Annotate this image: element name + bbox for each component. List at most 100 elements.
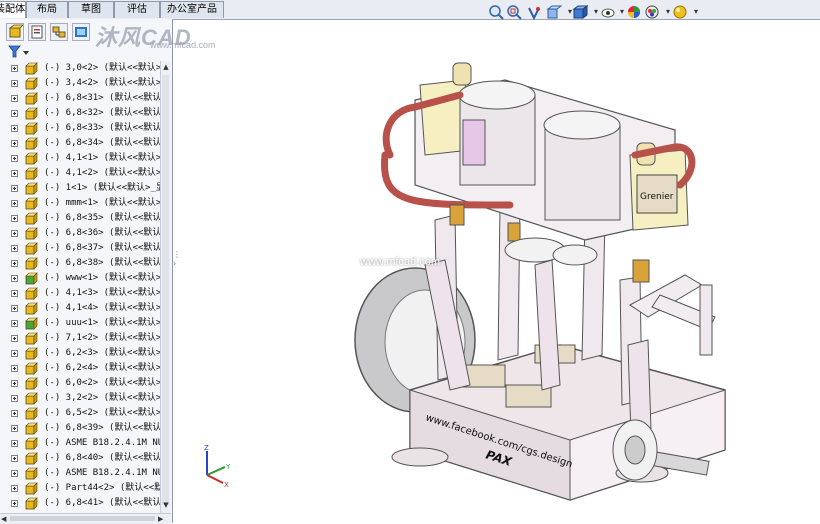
scroll-right-arrow[interactable]: ▶ — [158, 515, 163, 523]
expand-icon[interactable] — [11, 380, 18, 387]
tree-item[interactable]: (-) 3,2<2> (默认<<默认> — [0, 391, 160, 406]
expand-icon[interactable] — [11, 155, 18, 162]
tab-office-products[interactable]: 办公室产品 — [160, 1, 224, 18]
expand-icon[interactable] — [11, 95, 18, 102]
center-watermark: www.mfcad.com — [360, 256, 441, 268]
tree-horizontal-scrollbar[interactable]: ◀ ▶ — [0, 513, 171, 524]
tree-item[interactable]: (-) 6,8<41> (默认<<默认 — [0, 496, 160, 511]
crank-hub — [624, 435, 646, 465]
expand-icon[interactable] — [11, 275, 18, 282]
tab-layout[interactable]: 布局 — [26, 1, 68, 18]
tab-sketch[interactable]: 草图 — [68, 1, 114, 18]
expand-icon[interactable] — [11, 440, 18, 447]
expand-icon[interactable] — [11, 485, 18, 492]
expand-icon[interactable] — [11, 110, 18, 117]
apply-scene-button[interactable] — [644, 4, 660, 20]
expand-icon[interactable] — [11, 170, 18, 177]
tree-item[interactable]: (-) uuu<1> (默认<<默认> — [0, 316, 160, 331]
property-manager-tab-button[interactable] — [28, 23, 46, 41]
expand-icon[interactable] — [11, 215, 18, 222]
tree-item[interactable]: (-) ASME B18.2.4.1M NUT — [0, 466, 160, 481]
feature-manager-tab-button[interactable] — [6, 23, 24, 41]
tree-vertical-scrollbar[interactable]: ▲ ▼ — [160, 61, 171, 513]
expand-icon[interactable] — [11, 200, 18, 207]
cylinder-left-cover — [458, 80, 536, 110]
previous-view-button[interactable] — [526, 4, 542, 21]
tree-item-label: (-) 7,1<2> (默认<<默认> — [44, 333, 160, 343]
zoom-to-area-button[interactable] — [506, 4, 522, 20]
configuration-manager-tab-button[interactable] — [50, 23, 68, 41]
tree-item[interactable]: (-) 4,1<1> (默认<<默认> — [0, 151, 160, 166]
tree-item[interactable]: (-) 6,8<35> (默认<<默认 — [0, 211, 160, 226]
expand-icon[interactable] — [11, 410, 18, 417]
expand-icon[interactable] — [11, 65, 18, 72]
tree-item[interactable]: (-) Part44<2> (默认<<默 — [0, 481, 160, 496]
expand-icon[interactable] — [11, 365, 18, 372]
tree-item[interactable]: (-) 6,5<2> (默认<<默认> — [0, 406, 160, 421]
scroll-down-arrow[interactable]: ▼ — [162, 501, 170, 509]
tree-item[interactable]: (-) 4,1<2> (默认<<默认> — [0, 166, 160, 181]
tree-item[interactable]: (-) www<1> (默认<<默认> — [0, 271, 160, 286]
expand-icon[interactable] — [11, 320, 18, 327]
expand-icon[interactable] — [11, 260, 18, 267]
edit-appearance-button[interactable] — [626, 4, 642, 20]
expand-icon[interactable] — [11, 185, 18, 192]
expand-icon[interactable] — [11, 350, 18, 357]
scroll-up-arrow[interactable]: ▲ — [162, 63, 170, 71]
tree-item[interactable]: (-) 6,8<34> (默认<<默认 — [0, 136, 160, 151]
tree-item[interactable]: (-) 6,8<40> (默认<<默认 — [0, 451, 160, 466]
tab-evaluate[interactable]: 评估 — [114, 1, 160, 18]
tree-item[interactable]: (-) 6,8<37> (默认<<默认 — [0, 241, 160, 256]
tree-item[interactable]: (-) 3,4<2> (默认<<默认> — [0, 76, 160, 91]
part-icon — [25, 482, 38, 495]
expand-icon[interactable] — [11, 500, 18, 507]
expand-icon[interactable] — [11, 80, 18, 87]
view-settings-dropdown[interactable]: ▾ — [688, 4, 704, 20]
dimxpert-tab-button[interactable] — [72, 23, 90, 41]
tree-item[interactable]: (-) 6,8<32> (默认<<默认 — [0, 106, 160, 121]
tree-item[interactable]: (-) 4,1<3> (默认<<默认> — [0, 286, 160, 301]
steam-engine-model[interactable]: www.facebook.com/cgs.design PAX Grenier — [330, 55, 760, 520]
view-settings-button[interactable] — [672, 4, 688, 20]
expand-icon[interactable] — [11, 425, 18, 432]
dimxpert-icon — [75, 27, 87, 37]
expand-icon[interactable] — [11, 335, 18, 342]
expand-icon[interactable] — [11, 245, 18, 252]
expand-icon[interactable] — [11, 290, 18, 297]
mounting-foot-left — [391, 447, 449, 467]
tree-item-label: (-) 6,2<4> (默认<<默认> — [44, 363, 160, 373]
tree-item[interactable]: (-) 6,8<33> (默认<<默认 — [0, 121, 160, 136]
display-style-button[interactable] — [572, 4, 589, 20]
part-icon — [25, 107, 38, 120]
tree-item[interactable]: (-) 6,0<2> (默认<<默认> — [0, 376, 160, 391]
tree-item[interactable]: (-) 1<1> (默认<<默认>_显 — [0, 181, 160, 196]
scroll-thumb[interactable] — [10, 516, 155, 521]
tree-item[interactable]: (-) 4,1<4> (默认<<默认> — [0, 301, 160, 316]
tree-item[interactable]: (-) 6,2<3> (默认<<默认> — [0, 346, 160, 361]
scroll-left-arrow[interactable]: ◀ — [1, 515, 6, 523]
tree-item[interactable]: (-) 6,8<31> (默认<<默认 — [0, 91, 160, 106]
expand-icon[interactable] — [11, 305, 18, 312]
tree-item[interactable]: (-) 6,8<39> (默认<<默认 — [0, 421, 160, 436]
assembly-icon — [25, 317, 38, 330]
tree-item[interactable]: (-) mmm<1> (默认<<默认> — [0, 196, 160, 211]
section-view-button[interactable] — [546, 4, 563, 20]
pane-collapse-handle[interactable]: ⋮ › — [173, 250, 181, 272]
tree-item-label: (-) 6,8<40> (默认<<默认 — [44, 453, 160, 463]
tree-item[interactable]: (-) 7,1<2> (默认<<默认> — [0, 331, 160, 346]
tab-assembly[interactable]: 装配体 — [0, 1, 26, 18]
tree-item-label: (-) 4,1<1> (默认<<默认> — [44, 153, 160, 163]
tree-item[interactable]: (-) 3,0<2> (默认<<默认> — [0, 61, 160, 76]
tree-item[interactable]: (-) 6,8<38> (默认<<默认 — [0, 256, 160, 271]
tree-item[interactable]: (-) 6,8<36> (默认<<默认 — [0, 226, 160, 241]
expand-icon[interactable] — [11, 230, 18, 237]
expand-icon[interactable] — [11, 470, 18, 477]
expand-icon[interactable] — [11, 395, 18, 402]
tree-item[interactable]: (-) 6,2<4> (默认<<默认> — [0, 361, 160, 376]
expand-icon[interactable] — [11, 125, 18, 132]
tree-item[interactable]: (-) ASME B18.2.4.1M NUT — [0, 436, 160, 451]
zoom-to-fit-button[interactable] — [488, 4, 504, 20]
expand-icon[interactable] — [11, 455, 18, 462]
expand-icon[interactable] — [11, 140, 18, 147]
scroll-track[interactable] — [162, 75, 169, 505]
